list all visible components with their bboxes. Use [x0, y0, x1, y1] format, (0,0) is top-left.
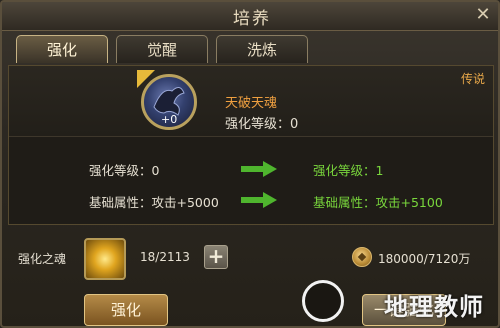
money-amount: 180000/7120万: [378, 252, 471, 266]
watermark-logo: [302, 280, 344, 322]
after-level: 强化等级：1: [313, 163, 384, 178]
training-window: 培养 ✕ 强化 觉醒 洗炼 传说 +0 天破天魂 强化等级：0 强化等级：0 强…: [0, 0, 500, 328]
strengthen-button[interactable]: 强化: [84, 294, 168, 326]
material-label: 强化之魂: [18, 252, 67, 266]
tab-refine[interactable]: 洗炼: [216, 35, 308, 63]
before-level: 强化等级：0: [89, 163, 160, 178]
item-header: 传说 +0 天破天魂 强化等级：0: [9, 66, 493, 137]
tab-strengthen[interactable]: 强化: [16, 35, 108, 63]
close-button[interactable]: ✕: [470, 4, 496, 26]
plus-icon: +: [207, 244, 225, 268]
rarity-label: 传说: [460, 72, 485, 86]
item-level-text: 强化等级：0: [225, 117, 299, 132]
strengthen-panel: 传说 +0 天破天魂 强化等级：0 强化等级：0 强化等级：1 基础属性：攻击+…: [8, 65, 494, 225]
watermark-text: 地理教师: [384, 293, 484, 321]
after-attr: 基础属性：攻击+5100: [313, 195, 443, 210]
arrow-right-icon: [241, 161, 277, 177]
tab-awaken[interactable]: 觉醒: [116, 35, 208, 63]
close-icon: ✕: [475, 4, 491, 25]
item-name: 天破天魂: [225, 96, 278, 111]
coin-icon: [352, 247, 372, 267]
before-attr: 基础属性：攻击+5000: [89, 195, 219, 210]
add-material-button[interactable]: +: [204, 245, 228, 269]
item-level-badge: +0: [161, 113, 178, 126]
soul-material-icon[interactable]: [84, 238, 126, 280]
title-bar: 培养 ✕: [2, 2, 498, 31]
material-count: 18/2113: [140, 250, 190, 264]
window-title: 培养: [233, 9, 271, 29]
arrow-right-icon: [241, 192, 277, 208]
